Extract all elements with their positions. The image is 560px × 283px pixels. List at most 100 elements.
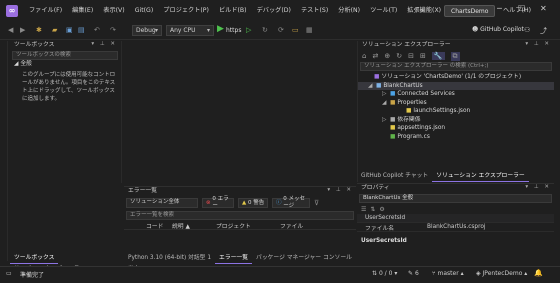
folder-icon[interactable]: ▭ — [292, 26, 299, 34]
menu-item-8[interactable]: 分析(N) — [333, 0, 365, 22]
feedback-icon[interactable]: ⚇ — [524, 26, 530, 34]
tree-item[interactable]: ■ launchSettings.json — [358, 107, 554, 116]
tab[interactable]: ツールボックス — [10, 253, 59, 264]
platform-dropdown[interactable]: Any CPU — [166, 25, 214, 36]
home-icon[interactable]: ⌂ — [362, 52, 366, 60]
properties-object-dropdown[interactable]: BlankChartUs 全般 — [359, 194, 552, 203]
tree-item[interactable]: ■ ソリューション 'ChartsDemo' (1/1 のプロジェクト) — [358, 73, 554, 82]
open-folder-icon[interactable]: ▰ — [52, 26, 57, 34]
tree-item-label: appsettings.json — [397, 125, 446, 131]
tree-item[interactable]: ▷ ■ 依存関係 — [358, 116, 554, 125]
tab[interactable]: パッケージ マネージャー コンソール — [252, 253, 356, 263]
git-branch[interactable]: ⑂ master ▴ — [432, 270, 464, 277]
new-item-icon[interactable]: ✱ — [36, 26, 42, 34]
menu-item-6[interactable]: デバッグ(D) — [252, 0, 296, 22]
github-copilot-button[interactable]: ☻ GitHub Copilot — [472, 26, 524, 33]
alphabetical-icon[interactable]: ⇅ — [370, 206, 375, 213]
layout-icon[interactable]: ▦ — [306, 26, 313, 34]
property-row[interactable]: ファイル名 BlankChartUs.csproj — [357, 223, 554, 232]
toolbox-panel: ツールボックス ▾ ⊥ ✕ ツールボックスの検索 ◢ 全般 このグループには使用… — [10, 41, 120, 183]
close-icon[interactable]: ✕ — [540, 4, 547, 13]
solution-explorer-search-input[interactable]: ソリューション エクスプローラー の検索 (Ctrl+;) — [360, 62, 552, 71]
menu-item-7[interactable]: テスト(S) — [296, 0, 333, 22]
tree-item[interactable]: ▷ ■ Connected Services — [358, 90, 554, 99]
error-list-search-input[interactable]: エラー一覧を検索 — [126, 211, 354, 220]
line-changes[interactable]: ⇅ 0 / 0 ▾ — [372, 270, 397, 277]
tab[interactable]: ソリューション エクスプローラー — [432, 171, 529, 182]
tab[interactable]: Python 3.10 (64-bit) 対話型 1 — [124, 253, 215, 263]
expander-icon[interactable]: ◢ — [382, 99, 390, 108]
repo-name: JPentecDemo — [482, 270, 523, 277]
warnings-filter-button[interactable]: ▲ 0 警告 — [238, 198, 268, 208]
live-share-icon[interactable]: ⤴ — [540, 26, 547, 36]
pending-changes-icon[interactable]: ⊕ — [384, 52, 390, 60]
panel-controls-icon[interactable]: ▾ ⊥ ✕ — [525, 184, 551, 190]
panel-controls-icon[interactable]: ▾ ⊥ ✕ — [525, 41, 551, 47]
collapse-all-icon[interactable]: ⊟ — [408, 52, 414, 60]
preview-icon[interactable]: ⧉ — [450, 51, 460, 61]
visual-studio-logo-icon: ∞ — [6, 5, 18, 17]
col-project[interactable]: プロジェクト — [216, 221, 280, 230]
tab[interactable]: GitHub Copilot チャット — [357, 171, 432, 181]
undo-icon[interactable]: ↶ — [94, 26, 100, 34]
categorized-icon[interactable]: ☰ — [361, 206, 366, 213]
expander-icon[interactable]: ▷ — [382, 116, 390, 125]
menu-item-10[interactable]: 拡張機能(X) — [402, 0, 446, 22]
tab[interactable]: エラー一覧 — [215, 253, 253, 264]
tree-item-label: 依存関係 — [397, 116, 421, 123]
search-icon[interactable]: ⌕ — [420, 7, 424, 16]
start-without-debug-icon[interactable]: ▷ — [246, 26, 251, 34]
menu-item-2[interactable]: 表示(V) — [98, 0, 129, 22]
warning-icon: ▲ — [242, 199, 247, 206]
menu-item-9[interactable]: ツール(T) — [365, 0, 402, 22]
tree-item[interactable]: ◢ ■ BlankChartUs — [358, 81, 554, 91]
expander-icon[interactable]: ▷ — [382, 90, 390, 99]
col-file[interactable]: ファイル — [280, 221, 330, 230]
messages-filter-button[interactable]: ⓘ 0 メッセージ — [272, 196, 310, 209]
notifications-icon[interactable]: 🔔 — [534, 269, 543, 277]
maximize-icon[interactable]: ☐ — [518, 4, 525, 13]
menu-item-1[interactable]: 編集(E) — [67, 0, 98, 22]
toolbox-search-input[interactable]: ツールボックスの検索 — [12, 51, 118, 60]
property-value[interactable]: BlankChartUs.csproj — [427, 224, 486, 230]
minimize-icon[interactable]: ─ — [497, 4, 502, 13]
tree-item[interactable]: ■ appsettings.json — [358, 124, 554, 133]
menu-item-3[interactable]: Git(G) — [130, 0, 159, 22]
expander-icon[interactable]: ◢ — [368, 82, 376, 91]
filter-icon[interactable]: ⊽ — [314, 199, 319, 207]
panel-controls-icon[interactable]: ▾ ⊥ ✕ — [327, 187, 353, 193]
back-icon[interactable]: ◀ — [8, 26, 13, 34]
save-icon[interactable]: ▣ — [66, 26, 73, 34]
menu-item-0[interactable]: ファイル(F) — [24, 0, 67, 22]
menu-item-4[interactable]: プロジェクト(P) — [158, 0, 214, 22]
property-pages-icon[interactable]: ⚙ — [379, 206, 384, 213]
error-scope-dropdown[interactable]: ソリューション全体 — [126, 198, 198, 208]
sync-icon[interactable]: ⇄ — [372, 52, 378, 60]
redo-icon[interactable]: ↷ — [110, 26, 116, 34]
menu-item-5[interactable]: ビルド(B) — [214, 0, 252, 22]
panel-controls-icon[interactable]: ▾ ⊥ ✕ — [91, 41, 117, 47]
properties-grid: UserSecretsId ファイル名 BlankChartUs.csproj — [357, 214, 554, 232]
forward-icon[interactable]: ▶ — [20, 26, 25, 34]
editor-area — [121, 41, 354, 183]
tree-item[interactable]: ■ Program.cs — [358, 133, 554, 142]
col-description-label: 説明 — [172, 223, 184, 230]
toolbox-group-general[interactable]: ◢ 全般 — [10, 60, 120, 69]
edits-count[interactable]: ✎ 6 — [408, 270, 419, 277]
col-description[interactable]: 説明 ▲ — [172, 221, 216, 230]
hot-reload-icon[interactable]: ↻ — [262, 26, 268, 34]
tree-item[interactable]: ◢ ■ Properties — [358, 99, 554, 108]
output-icon[interactable]: ▭ — [6, 270, 12, 277]
col-code[interactable]: コード — [146, 221, 172, 230]
properties-icon[interactable]: 🔧 — [431, 52, 445, 60]
show-all-files-icon[interactable]: ⊞ — [420, 52, 426, 60]
save-all-icon[interactable]: ▤ — [78, 26, 85, 34]
configuration-dropdown[interactable]: Debug — [132, 25, 162, 36]
errors-filter-button[interactable]: ⊗ 0 エラー — [202, 196, 234, 209]
status-ready: 準備完了 — [20, 272, 45, 279]
refresh-icon[interactable]: ⟳ — [278, 26, 284, 34]
refresh-icon[interactable]: ↻ — [396, 52, 402, 60]
run-profile-label[interactable]: https — [226, 27, 241, 34]
start-debug-icon[interactable]: ▶ — [217, 24, 224, 34]
git-repository[interactable]: ◈ JPentecDemo ▴ — [476, 270, 527, 277]
